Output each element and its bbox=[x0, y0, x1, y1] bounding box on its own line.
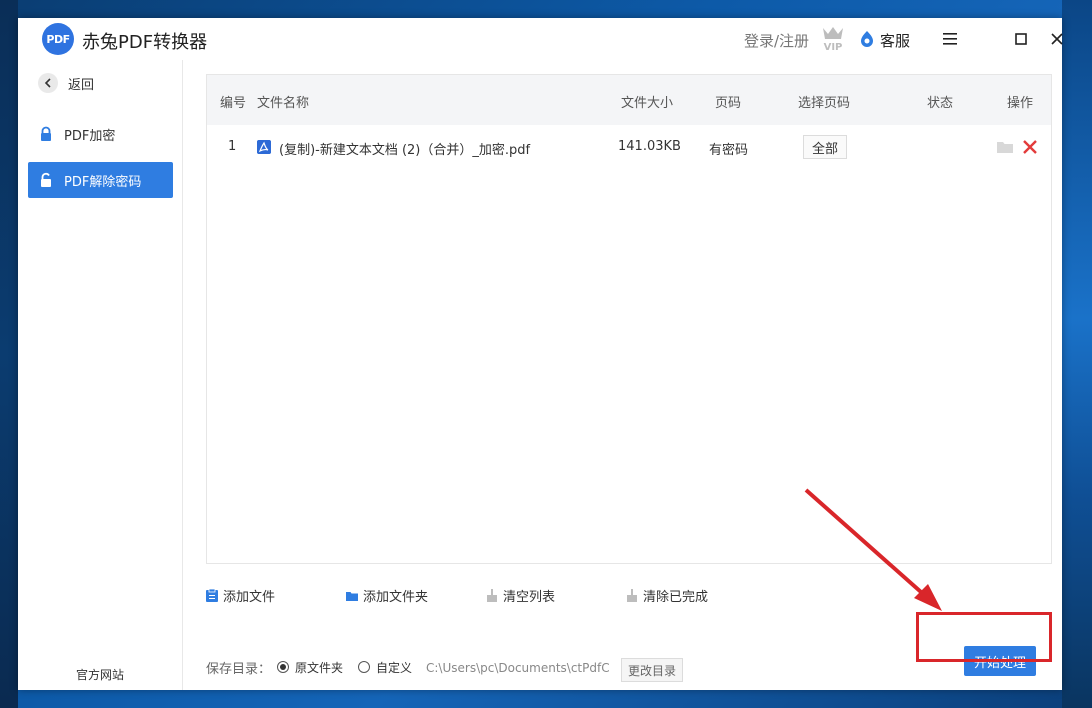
sidebar: 返回 PDF加密 PDF解除密码 官方网站 bbox=[18, 60, 183, 690]
back-label: 返回 bbox=[68, 77, 95, 93]
clear-list-label: 清空列表 bbox=[503, 589, 556, 605]
app-title: 赤兔PDF转换器 bbox=[82, 32, 208, 53]
app-logo: PDF bbox=[42, 23, 74, 55]
add-folder-label: 添加文件夹 bbox=[363, 589, 429, 605]
customer-service-link[interactable]: 客服 bbox=[880, 30, 910, 51]
desktop-background-left bbox=[0, 0, 18, 708]
sidebar-item-pdf-encrypt[interactable]: PDF加密 bbox=[28, 116, 173, 152]
add-file-label: 添加文件 bbox=[223, 589, 276, 605]
broom-icon bbox=[487, 588, 497, 602]
close-icon bbox=[1051, 33, 1063, 45]
save-directory-label: 保存目录： bbox=[206, 662, 272, 677]
unlock-icon bbox=[41, 172, 51, 187]
close-button[interactable] bbox=[1045, 27, 1069, 51]
table-row: 1 (复制)-新建文本文档 (2)（合并）_加密.pdf 141.03KB 有密… bbox=[207, 125, 1051, 169]
clear-list-button[interactable]: 清空列表 bbox=[486, 586, 556, 605]
row-filename: (复制)-新建文本文档 (2)（合并）_加密.pdf bbox=[279, 143, 531, 158]
back-circle bbox=[38, 73, 58, 93]
column-header-pages: 页码 bbox=[715, 96, 742, 111]
radio-custom-folder-label: 自定义 bbox=[376, 661, 413, 675]
row-size: 141.03KB bbox=[618, 139, 681, 154]
sidebar-item-label: PDF加密 bbox=[64, 128, 116, 144]
maximize-icon bbox=[1015, 33, 1027, 45]
menu-button[interactable] bbox=[938, 27, 962, 51]
radio-original-folder-label: 原文件夹 bbox=[295, 661, 344, 675]
open-folder-icon[interactable] bbox=[997, 140, 1013, 153]
table-header: 编号 文件名称 文件大小 页码 选择页码 状态 操作 bbox=[207, 75, 1051, 125]
login-register-link[interactable]: 登录/注册 bbox=[744, 30, 809, 51]
row-pages: 有密码 bbox=[709, 143, 749, 158]
clear-completed-button[interactable]: 清除已完成 bbox=[626, 586, 709, 605]
file-table: 编号 文件名称 文件大小 页码 选择页码 状态 操作 1 (复制)-新建文本文档… bbox=[206, 74, 1052, 564]
official-website-link[interactable]: 官方网站 bbox=[18, 666, 182, 683]
radio-original-folder[interactable] bbox=[277, 661, 289, 673]
select-pages-button[interactable]: 全部 bbox=[803, 135, 847, 159]
annotation-highlight-box bbox=[916, 612, 1052, 662]
add-folder-button[interactable]: 添加文件夹 bbox=[346, 586, 429, 605]
lock-icon bbox=[41, 126, 51, 141]
customer-service-icon[interactable] bbox=[859, 30, 875, 48]
sidebar-item-pdf-remove-password[interactable]: PDF解除密码 bbox=[28, 162, 173, 198]
app-window: PDF 赤兔PDF转换器 登录/注册 VIP 客服 返回 PDF加密 PDF解除… bbox=[18, 18, 1063, 690]
column-header-select-pages: 选择页码 bbox=[798, 96, 851, 111]
svg-text:VIP: VIP bbox=[824, 42, 843, 52]
title-bar: PDF 赤兔PDF转换器 登录/注册 VIP 客服 bbox=[18, 18, 1063, 60]
save-path-text: C:\Users\pc\Documents\ctPdfCo bbox=[426, 661, 610, 675]
delete-icon[interactable] bbox=[1023, 140, 1037, 154]
folder-icon bbox=[346, 591, 358, 601]
column-header-status: 状态 bbox=[927, 96, 954, 111]
menu-icon bbox=[943, 33, 957, 45]
back-button[interactable]: 返回 bbox=[38, 72, 94, 94]
chevron-left-icon bbox=[44, 78, 51, 88]
row-index: 1 bbox=[228, 139, 237, 154]
broom-icon bbox=[627, 588, 637, 602]
change-directory-button[interactable]: 更改目录 bbox=[621, 658, 683, 682]
clear-completed-label: 清除已完成 bbox=[643, 589, 709, 605]
pdf-file-icon bbox=[257, 140, 271, 154]
column-header-size: 文件大小 bbox=[621, 96, 674, 111]
column-header-index: 编号 bbox=[220, 96, 247, 111]
maximize-button[interactable] bbox=[1009, 27, 1033, 51]
column-header-actions: 操作 bbox=[1007, 96, 1034, 111]
clipboard-icon bbox=[206, 588, 218, 602]
vip-crown-icon[interactable]: VIP bbox=[820, 24, 846, 52]
add-file-button[interactable]: 添加文件 bbox=[206, 586, 276, 605]
desktop-background-right bbox=[1062, 0, 1092, 708]
column-header-filename: 文件名称 bbox=[257, 96, 310, 111]
sidebar-item-label: PDF解除密码 bbox=[64, 174, 142, 190]
radio-custom-folder[interactable] bbox=[358, 661, 370, 673]
